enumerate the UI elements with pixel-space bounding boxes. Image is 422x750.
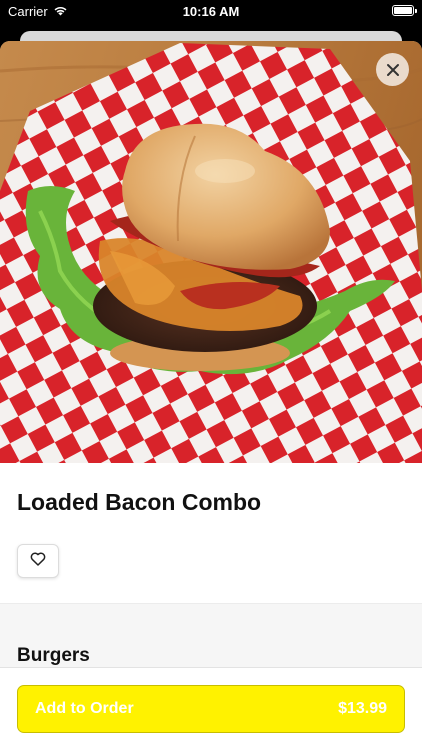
order-footer: Add to Order $13.99 — [0, 667, 422, 750]
close-button[interactable] — [376, 53, 409, 86]
item-detail-sheet: Loaded Bacon Combo Burgers Add to Order … — [0, 41, 422, 750]
status-time: 10:16 AM — [182, 4, 240, 19]
close-icon — [386, 63, 400, 77]
add-to-order-button[interactable]: Add to Order $13.99 — [17, 685, 405, 733]
app-screen: Carrier 10:16 AM Loaded Bacon Combo Burg… — [0, 0, 422, 750]
item-title: Loaded Bacon Combo — [17, 489, 262, 515]
add-to-order-label: Add to Order — [35, 700, 134, 717]
category-heading: Burgers — [17, 645, 90, 666]
favorite-button[interactable] — [17, 544, 59, 578]
status-bar: Carrier 10:16 AM — [0, 0, 422, 24]
order-price: $13.99 — [338, 700, 387, 717]
item-photo — [0, 41, 422, 463]
battery-icon — [392, 5, 417, 16]
heart-icon — [30, 551, 46, 571]
